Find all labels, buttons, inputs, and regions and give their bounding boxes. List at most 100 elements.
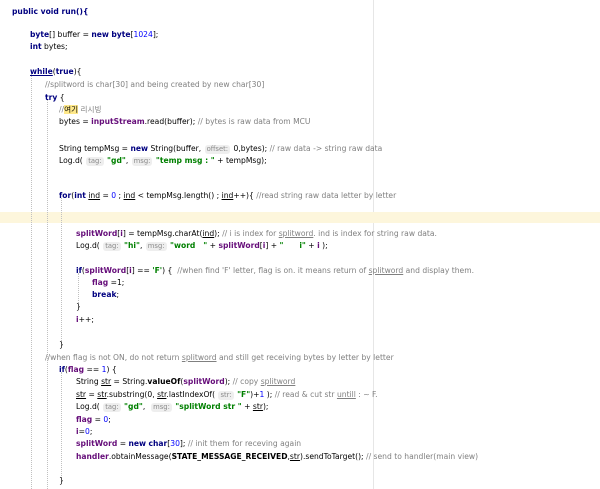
parameter-hint: tag: (86, 157, 104, 166)
parameter-hint: msg: (145, 242, 167, 251)
code-line[interactable]: handler.obtainMessage(STATE_MESSAGE_RECE… (76, 451, 600, 462)
code-token: // i is index for (222, 229, 279, 238)
code-token: splitword (278, 229, 314, 238)
code-token: flag (76, 415, 93, 424)
code-token: ]; (179, 439, 188, 448)
code-token: { (57, 93, 65, 102)
code-line[interactable]: public void run(){ (12, 6, 600, 17)
code-token: int (30, 42, 42, 51)
code-token: //when find 'F' letter, flag is on. it m… (177, 266, 369, 275)
code-token: : ~ F. (355, 390, 378, 399)
code-line[interactable]: for(int ind = 0 ; ind < tempMsg.length()… (59, 190, 600, 201)
code-token: ++; (78, 315, 94, 324)
code-line[interactable]: int bytes; (30, 41, 600, 52)
code-token: = String. (111, 377, 148, 386)
code-line[interactable]: } (59, 339, 600, 350)
code-line[interactable]: break; (92, 289, 600, 300)
code-token: handler (76, 452, 109, 461)
code-editor[interactable]: public void run(){ byte[] buffer = new by… (0, 0, 600, 489)
code-line[interactable]: String tempMsg = new String(buffer, offs… (59, 143, 600, 154)
code-token: )+ (250, 390, 260, 399)
code-token: splitWord (76, 229, 118, 238)
code-line[interactable]: str = str.substring(0, str.lastIndexOf( … (76, 389, 600, 400)
code-token: "temp msg : " (155, 156, 215, 165)
code-token: flag (92, 278, 109, 287)
code-token: .substring(0, (106, 390, 158, 399)
code-token: = (100, 191, 112, 200)
code-token: } (59, 340, 64, 349)
code-token: str (76, 390, 87, 399)
code-token: = (86, 390, 98, 399)
code-line[interactable]: if(flag == 1) { (59, 364, 600, 375)
code-token: splitword (181, 353, 217, 362)
code-token: // copy (232, 377, 261, 386)
code-token: and display them. (403, 266, 474, 275)
code-token: Log.d( (59, 156, 86, 165)
code-line[interactable]: } (76, 301, 600, 312)
code-token: ] + (265, 241, 280, 250)
code-token: + (207, 241, 219, 250)
code-token: "splitWord str " (175, 402, 242, 411)
code-token: "word " (170, 241, 208, 250)
code-line[interactable]: //splitword is char[30] and being create… (45, 79, 600, 90)
code-line[interactable]: i=0; (76, 426, 600, 437)
parameter-hint: tag: (103, 403, 121, 412)
code-line[interactable]: splitWord[i] = tempMsg.charAt(ind); // i… (76, 228, 600, 239)
code-token: for (59, 191, 72, 200)
code-line[interactable]: Log.d( tag: "hi", msg: "word " + splitWo… (76, 240, 600, 251)
code-token: ); (264, 390, 275, 399)
code-line[interactable]: Log.d( tag: "gd", msg: "temp msg : " + t… (59, 155, 600, 166)
code-line[interactable]: i++; (76, 314, 600, 325)
code-token: ) { (106, 365, 117, 374)
code-token: 리시빙 (78, 105, 102, 114)
parameter-hint: offset: (204, 145, 231, 154)
code-token: while (30, 67, 53, 76)
code-line[interactable]: bytes = inputStream.read(buffer); // byt… (59, 116, 600, 127)
code-token: true (55, 67, 74, 76)
code-token: ind (202, 229, 215, 238)
code-line[interactable]: //when flag is not ON, do not return spl… (45, 352, 600, 363)
code-token: str (252, 402, 263, 411)
code-token: "gd" (107, 156, 126, 165)
code-token: // raw data -> string raw data (269, 144, 383, 153)
code-line[interactable]: } (59, 475, 600, 486)
code-line[interactable]: splitWord = new char[30]; // init them f… (76, 438, 600, 449)
code-token: 0,bytes); (231, 144, 270, 153)
code-line[interactable]: String str = String.valueOf(splitWord); … (76, 376, 600, 387)
code-line[interactable]: flag = 0; (76, 414, 600, 425)
code-token: ); (319, 241, 328, 250)
code-token: bytes; (41, 42, 68, 51)
code-token: splitWord (218, 241, 260, 250)
code-token: == (84, 365, 102, 374)
code-line[interactable]: while(true){ (30, 66, 600, 77)
code-line[interactable]: byte[] buffer = new byte[1024]; (30, 29, 600, 40)
code-line[interactable]: flag =1; (92, 277, 600, 288)
code-line[interactable]: try { (45, 92, 600, 103)
indent-guide (47, 100, 48, 489)
code-token: ){ (73, 67, 82, 76)
indent-guide (78, 273, 79, 303)
code-token: flag (67, 365, 85, 374)
code-token: int (74, 191, 86, 200)
code-line[interactable]: if(splitWord[i] == 'F') { //when find 'F… (76, 265, 600, 276)
code-line[interactable]: Log.d( tag: "gd", msg: "splitWord str " … (76, 401, 600, 412)
code-token: ; (108, 415, 111, 424)
code-token: str (97, 390, 107, 399)
code-token: + (305, 241, 318, 250)
code-token: } (59, 476, 64, 485)
code-token: new (91, 30, 109, 39)
code-token: new (128, 439, 147, 448)
code-line[interactable]: //여기 리시빙 (59, 104, 600, 115)
parameter-hint: msg: (131, 157, 153, 166)
code-token: break (92, 290, 117, 299)
code-token: // read & cut str (274, 390, 337, 399)
code-token: new (130, 144, 149, 153)
code-token: STATE_MESSAGE_RECEIVED (171, 452, 288, 461)
code-token: byte (111, 30, 131, 39)
code-token: "F" (237, 390, 251, 399)
code-token: ind (123, 191, 136, 200)
current-line-highlight (0, 212, 600, 223)
code-token: str (101, 377, 112, 386)
code-token: splitword (260, 377, 296, 386)
code-token: str (289, 452, 300, 461)
